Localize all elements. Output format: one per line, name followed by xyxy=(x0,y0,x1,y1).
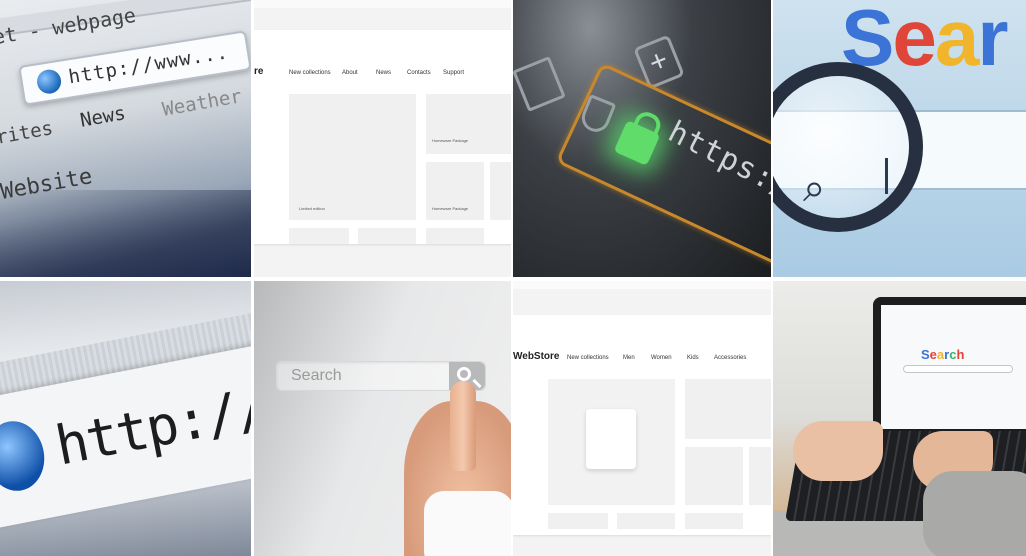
product-card xyxy=(685,379,771,439)
search-box xyxy=(903,365,1013,373)
product-card xyxy=(426,228,484,244)
pointing-finger xyxy=(450,381,476,471)
store-logo: WebStore xyxy=(513,351,560,362)
tab-favorites: rites xyxy=(0,117,55,149)
home-icon xyxy=(513,56,566,112)
product-card xyxy=(548,513,608,529)
laptop: Search xyxy=(873,297,1026,437)
letter: r xyxy=(977,0,1008,82)
tile-search-magnifier: Sear ⌕ xyxy=(773,0,1026,277)
text-cursor xyxy=(885,158,888,194)
nav-item: Support xyxy=(443,70,465,76)
letter: a xyxy=(934,0,979,82)
sleeve xyxy=(923,471,1026,556)
magnifying-glass-icon: ⌕ xyxy=(773,62,923,232)
product-card xyxy=(426,162,484,220)
product-card xyxy=(617,513,675,529)
product-card xyxy=(358,228,416,244)
tile-search-finger: Search xyxy=(254,281,511,556)
nav-item: New collections xyxy=(567,355,609,361)
product-caption: Homeware Package xyxy=(432,138,469,143)
search-icon: ⌕ xyxy=(803,166,826,210)
product-card xyxy=(685,447,743,505)
nav-item: About xyxy=(342,70,358,76)
product-card xyxy=(749,447,771,505)
search-icon xyxy=(457,367,471,381)
tab-news: News xyxy=(78,102,128,132)
bag-image xyxy=(586,409,636,469)
product-card xyxy=(490,162,511,220)
product-card-bag xyxy=(548,379,675,505)
url-text: http://www... xyxy=(66,41,231,89)
letter: S xyxy=(921,347,930,362)
laptop-screen: Search xyxy=(881,305,1026,429)
product-caption: Limited edition xyxy=(299,206,325,211)
nav-item: Kids xyxy=(687,355,699,361)
image-grid: et - webpage http://www... News Weather … xyxy=(0,0,1026,556)
sleeve xyxy=(424,491,511,556)
nav-item: Women xyxy=(651,355,672,361)
top-strip xyxy=(513,281,771,289)
product-card xyxy=(289,94,416,220)
tile-store-wireframe-2: WebStore New collections Men Women Kids … xyxy=(513,281,771,556)
nav-item: News xyxy=(376,70,392,76)
search-logo: Search xyxy=(921,347,964,362)
nav-item: Contacts xyxy=(407,70,431,76)
store-page: WebStore New collections Men Women Kids … xyxy=(513,315,771,535)
nav-item: Accessories xyxy=(714,355,747,361)
nav-item: Men xyxy=(623,355,635,361)
nav-item: New collections xyxy=(289,70,331,76)
letter: h xyxy=(956,347,965,362)
tab-weather: Weather xyxy=(160,85,244,121)
store-logo: re xyxy=(254,66,264,77)
product-card xyxy=(685,513,743,529)
store-page: re New collections About News Contacts S… xyxy=(254,30,511,244)
left-hand xyxy=(793,421,883,481)
tile-laptop: Search xyxy=(773,281,1026,556)
product-caption: Homeware Package xyxy=(432,206,469,211)
search-placeholder: Search xyxy=(291,367,342,384)
tile-http-zoom: http://ww xyxy=(0,281,251,556)
letter: e xyxy=(892,0,936,82)
tile-browser-closeup: et - webpage http://www... News Weather … xyxy=(0,0,251,277)
globe-icon xyxy=(35,67,63,96)
shade xyxy=(0,190,251,277)
product-card xyxy=(426,94,511,154)
tile-store-wireframe-1: re New collections About News Contacts S… xyxy=(254,0,511,277)
tile-https-lock: + https://www xyxy=(513,0,771,277)
letter: e xyxy=(929,347,937,362)
top-strip xyxy=(254,0,511,8)
product-card xyxy=(289,228,349,244)
